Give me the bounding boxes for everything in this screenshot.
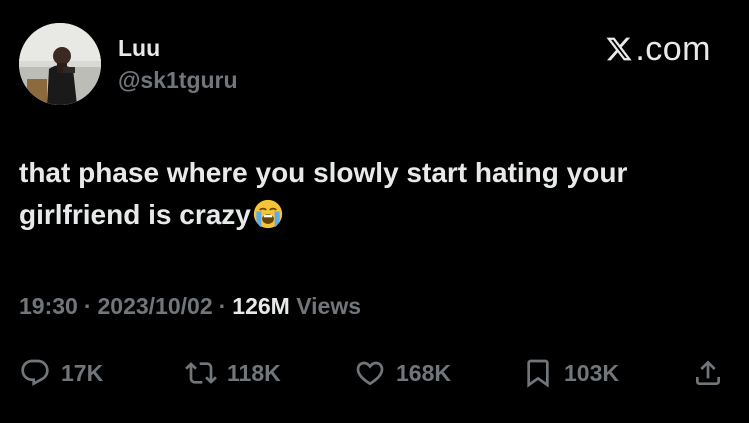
loudly-crying-face-emoji: [253, 199, 283, 229]
avatar[interactable]: [19, 23, 101, 105]
tweet-date[interactable]: 2023/10/02: [98, 293, 213, 319]
heart-icon: [356, 361, 384, 386]
brand-text: .com: [635, 30, 711, 68]
tweet-time[interactable]: 19:30: [19, 293, 78, 319]
display-name[interactable]: Luu: [118, 34, 160, 62]
share-button[interactable]: [692, 353, 724, 393]
tweet-text: that phase where you slowly start hating…: [19, 157, 628, 230]
user-handle[interactable]: @sk1tguru: [118, 66, 238, 94]
reply-button[interactable]: 17K: [19, 353, 103, 393]
reply-icon: [21, 359, 49, 386]
bookmark-icon: [527, 359, 549, 388]
action-bar: 17K 118K 168K 103K: [19, 353, 731, 393]
views-count[interactable]: 126M: [232, 293, 290, 319]
views-label[interactable]: Views: [296, 293, 361, 319]
tweet-meta: 19:30 · 2023/10/02 · 126M Views: [19, 291, 361, 321]
meta-separator: ·: [83, 293, 92, 319]
tweet-body: that phase where you slowly start hating…: [19, 152, 729, 236]
x-logo-icon: [606, 37, 632, 61]
share-icon: [696, 360, 720, 385]
reply-count: 17K: [61, 359, 104, 386]
meta-separator: ·: [218, 293, 227, 319]
repost-icon: [185, 362, 217, 384]
bookmark-button[interactable]: 103K: [522, 353, 619, 393]
like-button[interactable]: 168K: [354, 353, 451, 393]
profile-photo: [19, 23, 101, 105]
like-count: 168K: [396, 359, 451, 386]
bookmark-count: 103K: [564, 359, 619, 386]
brand-watermark: .com: [605, 30, 711, 68]
repost-button[interactable]: 118K: [185, 353, 281, 393]
repost-count: 118K: [227, 359, 281, 386]
